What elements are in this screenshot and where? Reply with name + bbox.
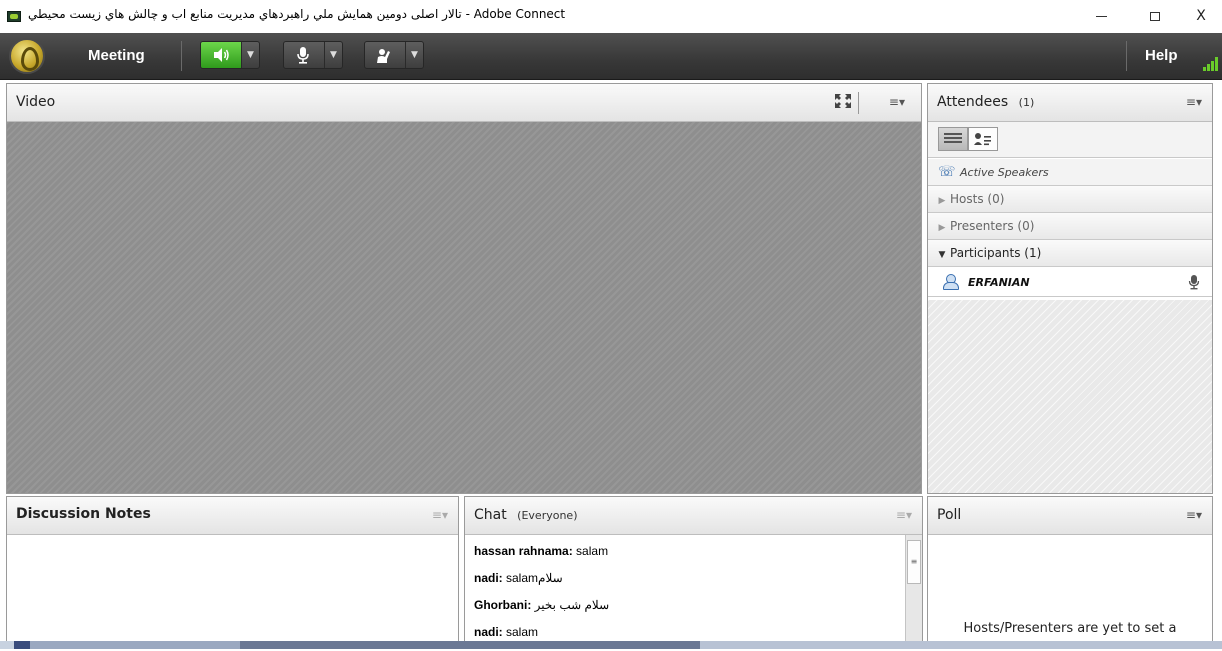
speaker-button[interactable]: ▼ xyxy=(200,41,260,69)
maximize-button[interactable] xyxy=(1134,2,1176,30)
notes-pod-menu-icon[interactable]: ≡▾ xyxy=(432,508,448,522)
maximize-icon xyxy=(1150,11,1160,21)
active-speakers-row: ☏ Active Speakers xyxy=(928,159,1212,186)
chat-pod-title: Chat (Everyone) xyxy=(474,507,577,523)
list-view-icon[interactable] xyxy=(938,127,968,151)
attendees-count: (1) xyxy=(1018,96,1035,109)
chat-scrollbar[interactable]: ≡ xyxy=(905,535,922,648)
group-label: Hosts (0) xyxy=(950,192,1005,206)
chat-scrollbar-thumb[interactable]: ≡ xyxy=(907,540,921,584)
group-label: Participants (1) xyxy=(950,246,1042,260)
collapse-triangle-icon: ▼ xyxy=(938,250,946,260)
video-area xyxy=(7,122,921,493)
microphone-dropdown-chevron-down-icon[interactable]: ▼ xyxy=(324,42,342,68)
chat-message-list: hassan rahnama: salam nadi: salamسلام Gh… xyxy=(465,535,905,648)
raise-hand-dropdown-chevron-down-icon[interactable]: ▼ xyxy=(405,42,423,68)
header-divider xyxy=(858,92,859,114)
toolbar-divider xyxy=(181,41,182,71)
app-window-icon xyxy=(7,11,21,22)
video-pod-header: Video ≡▾ xyxy=(7,84,921,122)
chat-message: Ghorbani: سلام شب بخیر xyxy=(474,597,905,624)
raise-hand-icon xyxy=(365,42,403,68)
attendee-name: ERFANIAN xyxy=(968,276,1030,289)
chat-pod-menu-icon[interactable]: ≡▾ xyxy=(896,508,912,522)
fullscreen-icon[interactable] xyxy=(833,93,853,111)
meeting-menu[interactable]: Meeting xyxy=(88,47,145,64)
attendees-pod: Attendees (1) ≡▾ ☏ Active Speakers ▶ Host xyxy=(927,83,1213,494)
attendee-group-participants[interactable]: ▼ Participants (1) xyxy=(928,240,1212,267)
desktop-background-strip xyxy=(0,641,1222,649)
chat-text: سلام شب بخیر xyxy=(531,598,610,612)
video-pod-title: Video xyxy=(16,94,56,110)
expand-triangle-icon: ▶ xyxy=(938,196,946,206)
speaker-icon xyxy=(201,42,241,68)
attendees-empty-area xyxy=(928,300,1212,493)
minimize-icon xyxy=(1095,15,1107,17)
chat-title-text: Chat xyxy=(474,507,507,523)
phone-icon: ☏ xyxy=(938,164,956,180)
help-menu[interactable]: Help xyxy=(1145,47,1178,64)
window-title: تالار اصلی دومین همایش ملي راهبردهاي مدي… xyxy=(28,7,566,21)
attendees-view-toolbar xyxy=(928,122,1212,158)
chat-text: salam xyxy=(502,625,539,639)
chat-scope: (Everyone) xyxy=(517,509,578,522)
poll-pod-title: Poll xyxy=(937,507,962,523)
chat-sender: hassan rahnama: xyxy=(474,544,573,558)
attendee-group-hosts[interactable]: ▶ Hosts (0) xyxy=(928,186,1212,213)
adobe-connect-logo-icon xyxy=(9,38,45,74)
group-label: Presenters (0) xyxy=(950,219,1035,233)
chat-pod-header: Chat (Everyone) ≡▾ xyxy=(465,497,922,535)
close-button[interactable]: X xyxy=(1180,2,1222,30)
chat-sender: Ghorbani: xyxy=(474,598,532,612)
active-speakers-label: Active Speakers xyxy=(960,166,1049,179)
attendee-row[interactable]: ERFANIAN xyxy=(928,268,1212,297)
poll-pod-header: Poll ≡▾ xyxy=(928,497,1212,535)
chat-sender: nadi: xyxy=(474,571,503,585)
microphone-icon xyxy=(284,42,322,68)
chat-message: hassan rahnama: salam xyxy=(474,543,905,570)
attendees-pod-header: Attendees (1) ≡▾ xyxy=(928,84,1212,122)
expand-triangle-icon: ▶ xyxy=(938,223,946,233)
user-icon xyxy=(942,273,959,290)
status-view-icon[interactable] xyxy=(968,127,998,151)
chat-text: salamسلام xyxy=(502,571,563,585)
speaker-dropdown-chevron-down-icon[interactable]: ▼ xyxy=(241,42,259,68)
attendee-group-presenters[interactable]: ▶ Presenters (0) xyxy=(928,213,1212,240)
chat-sender: nadi: xyxy=(474,625,503,639)
chat-pod: Chat (Everyone) ≡▾ hassan rahnama: salam… xyxy=(464,496,923,649)
attendees-pod-menu-icon[interactable]: ≡▾ xyxy=(1186,95,1202,109)
attendees-title-text: Attendees xyxy=(937,94,1009,110)
attendees-pod-title: Attendees (1) xyxy=(937,94,1034,110)
toolbar-divider xyxy=(1126,41,1127,71)
poll-pod: Poll ≡▾ Hosts/Presenters are yet to set … xyxy=(927,496,1213,649)
discussion-notes-pod: Discussion Notes ≡▾ xyxy=(6,496,459,649)
notes-pod-title: Discussion Notes xyxy=(16,506,151,522)
chat-text: salam xyxy=(572,544,609,558)
menu-bar: Meeting ▼ ▼ ▼ Help xyxy=(0,33,1222,80)
notes-pod-header: Discussion Notes ≡▾ xyxy=(7,497,458,535)
connection-signal-icon xyxy=(1203,55,1221,71)
window-titlebar: تالار اصلی دومین همایش ملي راهبردهاي مدي… xyxy=(0,0,1222,33)
video-pod: Video ≡▾ xyxy=(6,83,922,494)
minimize-button[interactable] xyxy=(1080,2,1122,30)
chat-message: nadi: salamسلام xyxy=(474,570,905,597)
poll-pod-menu-icon[interactable]: ≡▾ xyxy=(1186,508,1202,522)
poll-status-message: Hosts/Presenters are yet to set a xyxy=(963,621,1177,636)
video-pod-menu-icon[interactable]: ≡▾ xyxy=(889,95,905,109)
raise-hand-button[interactable]: ▼ xyxy=(364,41,424,69)
microphone-button[interactable]: ▼ xyxy=(283,41,343,69)
microphone-icon xyxy=(1188,268,1200,301)
